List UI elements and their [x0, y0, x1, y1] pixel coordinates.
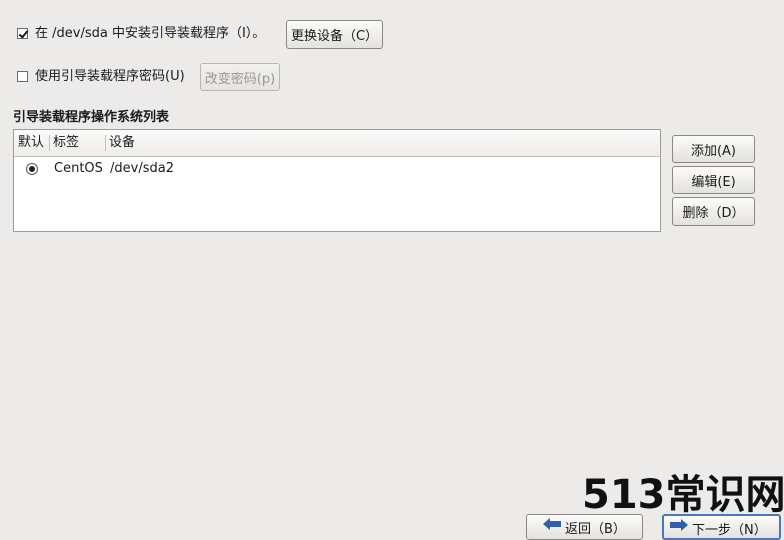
next-arrow-icon	[670, 519, 688, 531]
delete-button-label: 删除（D）	[682, 206, 745, 221]
default-radio[interactable]	[26, 163, 38, 175]
row-device: /dev/sda2	[110, 161, 174, 176]
install-bootloader-label[interactable]: 在 /dev/sda 中安装引导装载程序（I）。	[35, 26, 265, 42]
back-button[interactable]: 返回（B）	[526, 514, 643, 540]
os-list-table[interactable]: 默认 标签 设备 CentOS /dev/sda2	[13, 129, 661, 232]
os-list-title: 引导装载程序操作系统列表	[13, 110, 170, 125]
use-password-checkbox[interactable]	[17, 71, 28, 82]
back-button-label: 返回（B）	[565, 522, 626, 537]
change-password-button[interactable]: 改变密码(p)	[200, 63, 280, 91]
add-button-label: 添加(A)	[690, 143, 737, 159]
install-bootloader-checkbox[interactable]	[17, 28, 28, 39]
change-device-button-label: 更换设备（C）	[290, 29, 379, 44]
column-label[interactable]: 标签	[53, 135, 79, 151]
next-button-label: 下一步（N）	[692, 523, 767, 538]
add-button[interactable]: 添加(A)	[672, 135, 755, 163]
change-device-button[interactable]: 更换设备（C）	[286, 20, 383, 49]
os-list-header: 默认 标签 设备	[14, 130, 660, 157]
change-password-button-label: 改变密码(p)	[204, 71, 276, 87]
watermark-logo: 513常识网	[582, 472, 784, 518]
back-arrow-icon	[543, 518, 561, 530]
edit-button[interactable]: 编辑(E)	[672, 166, 755, 194]
column-separator	[105, 135, 106, 151]
use-password-label[interactable]: 使用引导装载程序密码(U)	[35, 69, 185, 85]
delete-button[interactable]: 删除（D）	[672, 197, 755, 226]
row-label: CentOS	[54, 161, 103, 176]
column-device[interactable]: 设备	[109, 135, 135, 151]
column-separator	[49, 135, 50, 151]
edit-button-label: 编辑(E)	[691, 174, 736, 190]
column-default[interactable]: 默认	[18, 135, 44, 151]
next-button[interactable]: 下一步（N）	[662, 514, 781, 540]
table-row[interactable]: CentOS /dev/sda2	[14, 159, 660, 179]
